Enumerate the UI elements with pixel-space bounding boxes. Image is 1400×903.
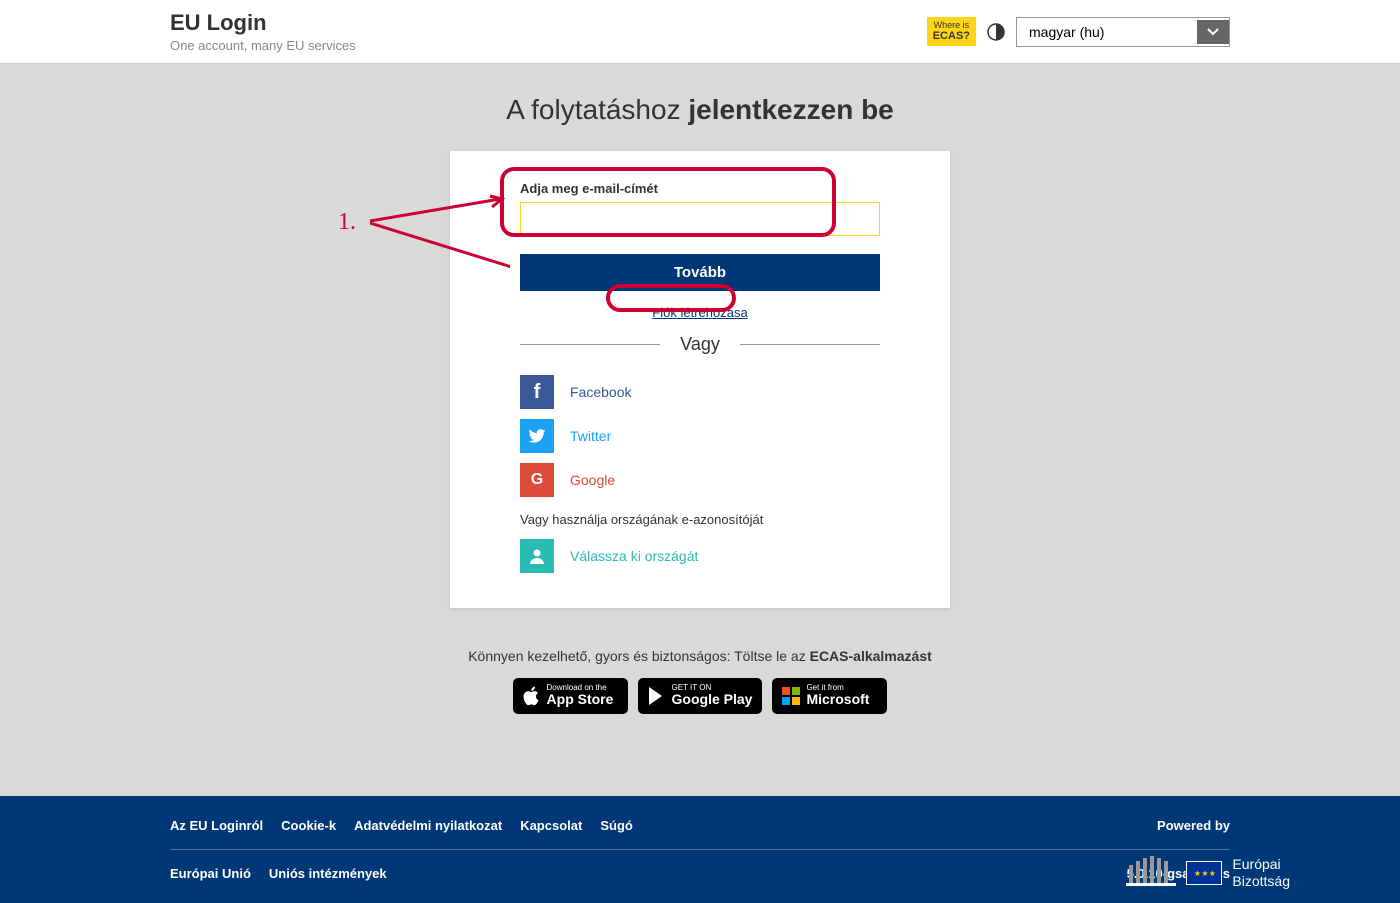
country-label: Válassza ki országát <box>570 548 698 564</box>
googleplay-badge[interactable]: GET IT ON Google Play <box>638 678 763 714</box>
language-value: magyar (hu) <box>1017 18 1197 46</box>
facebook-label: Facebook <box>570 384 631 400</box>
apple-icon <box>523 685 541 707</box>
google-icon: G <box>520 463 554 497</box>
ms-big: Microsoft <box>806 692 869 707</box>
twitter-icon <box>520 419 554 453</box>
footer-link-contact[interactable]: Kapcsolat <box>520 818 582 833</box>
annotation-number: 1. <box>338 209 356 236</box>
ecas-small-text: Where is <box>933 20 970 31</box>
ec-logo: ★ ★ ★ Európai Bizottság <box>1126 853 1290 893</box>
facebook-icon: f <box>520 375 554 409</box>
footer-link-about[interactable]: Az EU Loginról <box>170 818 263 833</box>
logo-title: EU Login <box>170 10 356 36</box>
eu-flag-icon: ★ ★ ★ <box>1186 861 1222 885</box>
page-heading: A folytatáshoz jelentkezzen be <box>0 94 1400 126</box>
next-button[interactable]: Tovább <box>520 254 880 291</box>
header: EU Login One account, many EU services W… <box>0 0 1400 64</box>
ec-line2: Bizottság <box>1232 873 1290 890</box>
email-input[interactable] <box>520 202 880 236</box>
divider-text: Vagy <box>660 334 740 355</box>
footer: Az EU Loginról Cookie-k Adatvédelmi nyil… <box>0 796 1400 903</box>
chevron-down-icon <box>1197 20 1229 44</box>
select-country-button[interactable]: Válassza ki országát <box>520 539 880 573</box>
heading-prefix: A folytatáshoz <box>506 94 688 125</box>
footer-link-cookies[interactable]: Cookie-k <box>281 818 336 833</box>
email-label: Adja meg e-mail-címét <box>520 181 880 196</box>
heading-bold: jelentkezzen be <box>688 94 893 125</box>
footer-link-institutions[interactable]: Uniós intézmények <box>269 866 387 881</box>
appstore-badge[interactable]: Download on the App Store <box>513 678 628 714</box>
play-icon <box>648 686 666 706</box>
logo-area: EU Login One account, many EU services <box>170 10 356 53</box>
person-icon <box>520 539 554 573</box>
contrast-icon[interactable] <box>986 22 1006 42</box>
language-selector[interactable]: magyar (hu) <box>1016 17 1230 47</box>
microsoft-badge[interactable]: Get it from Microsoft <box>772 678 887 714</box>
twitter-label: Twitter <box>570 428 611 444</box>
ecas-big-text: ECAS? <box>933 30 970 43</box>
ecas-badge[interactable]: Where is ECAS? <box>927 17 976 47</box>
eid-text: Vagy használja országának e-azonosítóját <box>520 512 880 527</box>
main-content: A folytatáshoz jelentkezzen be 1. Adja m… <box>0 64 1400 714</box>
logo-subtitle: One account, many EU services <box>170 38 356 53</box>
footer-link-help[interactable]: Súgó <box>600 818 633 833</box>
ec-building-icon <box>1126 853 1176 893</box>
google-login-button[interactable]: G Google <box>520 463 880 497</box>
twitter-login-button[interactable]: Twitter <box>520 419 880 453</box>
google-label: Google <box>570 472 615 488</box>
microsoft-icon <box>782 687 800 705</box>
play-big: Google Play <box>672 692 753 707</box>
divider: Vagy <box>520 334 880 355</box>
create-account-link[interactable]: Fiók létrehozása <box>520 305 880 320</box>
powered-by: Powered by <box>1157 818 1230 833</box>
facebook-login-button[interactable]: f Facebook <box>520 375 880 409</box>
download-text: Könnyen kezelhető, gyors és biztonságos:… <box>0 648 1400 664</box>
appstore-big: App Store <box>547 692 614 707</box>
footer-link-eu[interactable]: Európai Unió <box>170 866 251 881</box>
annotation-arrows <box>360 191 510 321</box>
login-box: 1. Adja meg e-mail-címét Tovább Fiók lét… <box>450 151 950 608</box>
download-area: Könnyen kezelhető, gyors és biztonságos:… <box>0 648 1400 714</box>
ec-line1: Európai <box>1232 856 1290 873</box>
footer-link-privacy[interactable]: Adatvédelmi nyilatkozat <box>354 818 502 833</box>
